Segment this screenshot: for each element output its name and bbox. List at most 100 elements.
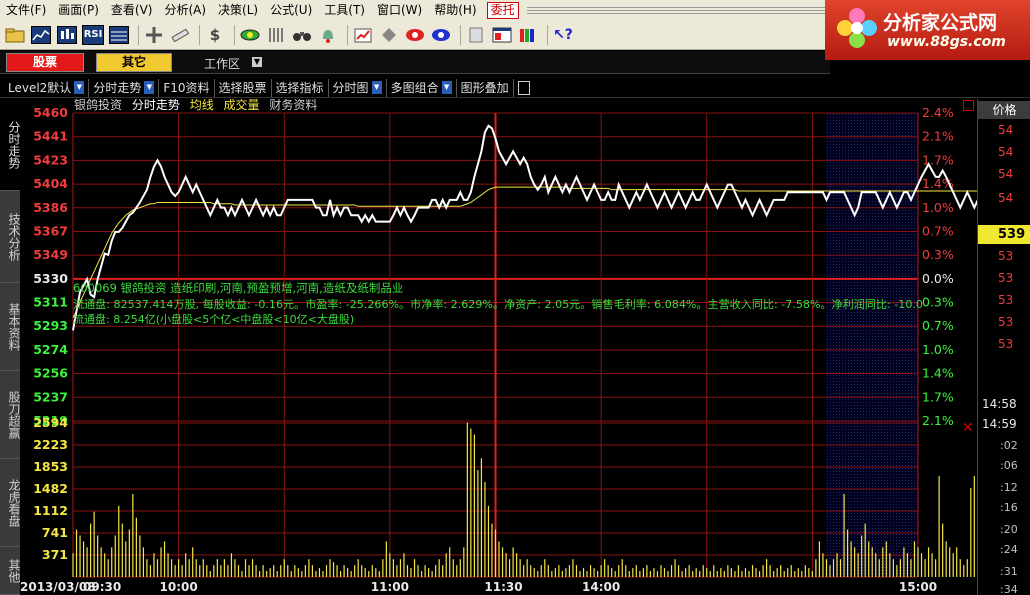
price-tick-label: 5293 (33, 318, 68, 333)
binoculars-icon[interactable] (291, 25, 313, 45)
red-eye-icon[interactable] (404, 25, 426, 45)
table-icon[interactable] (108, 25, 130, 45)
menu-decision[interactable]: 决策(L) (212, 0, 264, 20)
side-tab-technical[interactable]: 技术分析 (0, 191, 21, 283)
tick-seconds: :34 (1000, 583, 1018, 595)
price-header: 价格 (978, 101, 1030, 119)
dropdown-icon[interactable]: ▼ (144, 81, 155, 94)
entrust-button[interactable]: 委托 (486, 1, 519, 19)
rsi-indicator-icon[interactable]: RSI (82, 24, 104, 45)
side-tab-intraday[interactable]: 分时走势 (0, 99, 21, 191)
menu-analysis[interactable]: 分析(A) (158, 0, 212, 20)
toolbar-separator (199, 24, 200, 45)
eye-icon[interactable] (239, 25, 261, 45)
volume-tick-label: 1853 (33, 459, 68, 474)
tick-seconds: :12 (1000, 481, 1018, 494)
volume-tick-label: 2594 (33, 415, 68, 430)
side-tab-fundamentals[interactable]: 基本资料 (0, 283, 21, 371)
menu-help[interactable]: 帮助(H) (428, 0, 482, 20)
time-tick-label: 11:00 (371, 580, 409, 594)
app-window: 文件(F) 画面(P) 查看(V) 分析(A) 决策(L) 公式(U) 工具(T… (0, 0, 1030, 595)
ruler-icon[interactable] (169, 25, 191, 45)
dropdown-icon[interactable]: ▼ (371, 81, 382, 94)
tab-select-indicator[interactable]: 选择指标 (272, 78, 329, 97)
tab-label: Level2默认 (8, 80, 72, 95)
tab-level2-default[interactable]: Level2默认 ▼ (4, 78, 90, 97)
help-pointer-icon[interactable]: ↖? (552, 25, 574, 45)
line-chart-icon[interactable] (30, 25, 52, 45)
window-layout-icon[interactable] (491, 25, 513, 45)
price-tick-label: 5367 (33, 223, 68, 238)
chart-header-avg[interactable]: 均线 (190, 99, 214, 112)
percent-tick-label: 2.1% (922, 413, 954, 428)
menu-window[interactable]: 窗口(W) (371, 0, 428, 20)
workspace-dropdown-icon[interactable]: ▼ (252, 57, 262, 67)
price-tick-label: 5311 (33, 295, 68, 310)
document-icon[interactable] (465, 25, 487, 45)
tab-f10[interactable]: F10资料 (159, 78, 215, 97)
percent-tick-label: 1.7% (922, 389, 954, 404)
percent-tick-label: 0.0% (922, 271, 954, 286)
diamond-icon[interactable] (378, 25, 400, 45)
side-tab-dragon-tiger[interactable]: 龙虎看盘 (0, 459, 21, 547)
menu-tools[interactable]: 工具(T) (318, 0, 371, 20)
percent-tick-label: 1.4% (922, 366, 954, 381)
crosshair-icon[interactable] (143, 25, 165, 45)
chart-up-icon[interactable] (352, 25, 374, 45)
tab-timeshare-chart[interactable]: 分时图 ▼ (329, 78, 387, 97)
chart-header-intraday[interactable]: 分时走势 (132, 99, 180, 112)
side-tab-stock-knife[interactable]: 股刀超赢 (0, 371, 21, 459)
workspace-label[interactable]: 工作区 (204, 55, 240, 72)
tab-label: 分时图 (332, 80, 369, 95)
menu-screen[interactable]: 画面(P) (52, 0, 105, 20)
info-line-financials: 流通盘: 82537.414万股, 每股收益: -0.16元。市盈率: -25.… (73, 297, 923, 311)
tab-intraday[interactable]: 分时走势 ▼ (89, 78, 160, 97)
dropdown-icon[interactable]: ▼ (74, 81, 85, 94)
price-tick-label: 5404 (33, 176, 68, 191)
menu-formula[interactable]: 公式(U) (264, 0, 318, 20)
percent-tick-label: 2.1% (922, 129, 954, 144)
tab-other[interactable]: 其它 (96, 53, 172, 72)
side-tab-bar: 分时走势 技术分析 基本资料 股刀超赢 龙虎看盘 其他 (0, 99, 21, 595)
close-icon[interactable]: ✕ (962, 420, 974, 436)
books-icon[interactable] (517, 25, 539, 45)
price-tick-label: 5256 (33, 366, 68, 381)
tick-seconds: :24 (1000, 543, 1018, 556)
tick-time: 14:58 (982, 397, 1017, 411)
tick-time: 14:59 (982, 417, 1017, 431)
menu-file[interactable]: 文件(F) (0, 0, 52, 20)
percent-tick-label: 2.4% (922, 105, 954, 120)
grid-icon[interactable] (265, 25, 287, 45)
info-line-stock: 600069 银鸽投资 造纸印刷,河南,预盈预增,河南,造纸及纸制品业 (73, 281, 403, 295)
dropdown-icon[interactable]: ▼ (441, 81, 452, 94)
after-hours-region (826, 113, 918, 577)
menu-view[interactable]: 查看(V) (105, 0, 159, 20)
dollar-icon[interactable]: $ (204, 25, 226, 45)
toolbar: RSI $ ↖? (0, 20, 830, 50)
folder-icon[interactable] (4, 25, 26, 45)
quote-price: 53 (998, 337, 1014, 351)
sector-bar: 股票 其它 工作区 ▼ (0, 51, 830, 74)
percent-tick-label: 0.7% (922, 223, 954, 238)
price-tick-label: 5441 (33, 129, 68, 144)
tick-seconds: :20 (1000, 523, 1018, 536)
percent-tick-label: 0.3% (922, 295, 954, 310)
panel-resize-icon[interactable] (963, 100, 974, 111)
intraday-chart[interactable]: 5460 2.4% 5441 2.1% 5423 1.7% 5404 1.4% 5386 1.0%… (20, 99, 977, 595)
time-tick-label: 09:30 (83, 580, 121, 594)
chart-header-volume[interactable]: 成交量 (224, 99, 260, 112)
tab-overlay[interactable]: 图形叠加 (457, 78, 514, 97)
blue-eye-icon[interactable] (430, 25, 452, 45)
tab-select-stock[interactable]: 选择股票 (215, 78, 272, 97)
quote-price: 54 (998, 191, 1014, 205)
bell-icon[interactable] (317, 25, 339, 45)
side-tab-other[interactable]: 其他 (0, 547, 21, 595)
site-logo: 分析家公式网 www.88gs.com (825, 0, 1030, 60)
tab-stocks[interactable]: 股票 (6, 53, 84, 72)
tab-multi-chart[interactable]: 多图组合 ▼ (387, 78, 457, 97)
logo-url: www.88gs.com (887, 34, 1006, 50)
kline-chart-icon[interactable] (56, 25, 78, 45)
lock-icon[interactable] (517, 80, 530, 95)
volume-tick-label: 1112 (33, 503, 68, 518)
chart-header-financial[interactable]: 财务资料 (269, 99, 317, 112)
